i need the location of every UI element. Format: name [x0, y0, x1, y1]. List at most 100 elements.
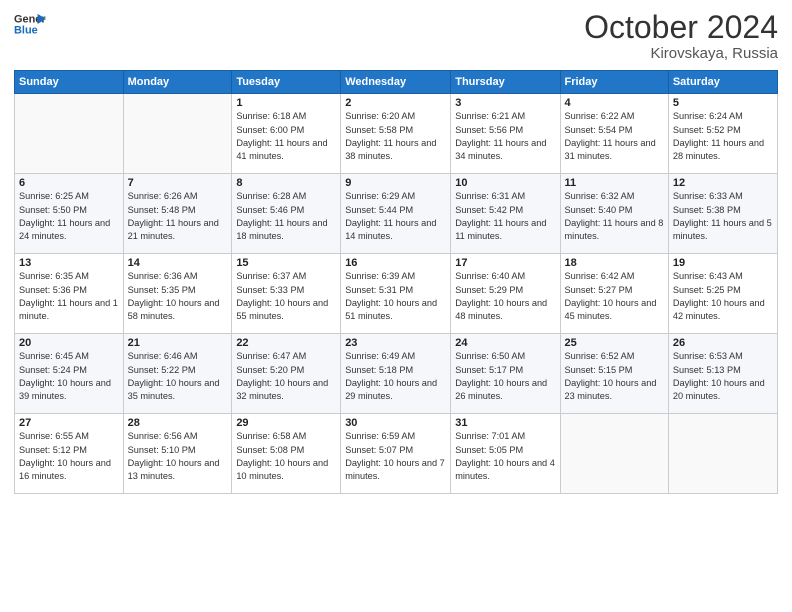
day-number: 25	[565, 337, 664, 349]
calendar-cell: 13Sunrise: 6:35 AM Sunset: 5:36 PM Dayli…	[15, 254, 124, 334]
day-info: Sunrise: 6:18 AM Sunset: 6:00 PM Dayligh…	[236, 110, 336, 163]
calendar-cell: 14Sunrise: 6:36 AM Sunset: 5:35 PM Dayli…	[123, 254, 232, 334]
day-info: Sunrise: 6:20 AM Sunset: 5:58 PM Dayligh…	[345, 110, 446, 163]
day-info: Sunrise: 6:24 AM Sunset: 5:52 PM Dayligh…	[673, 110, 773, 163]
calendar-cell: 7Sunrise: 6:26 AM Sunset: 5:48 PM Daylig…	[123, 174, 232, 254]
calendar-cell: 31Sunrise: 7:01 AM Sunset: 5:05 PM Dayli…	[451, 414, 560, 494]
day-number: 13	[19, 257, 119, 269]
day-info: Sunrise: 6:29 AM Sunset: 5:44 PM Dayligh…	[345, 190, 446, 243]
weekday-header-friday: Friday	[560, 71, 668, 94]
day-number: 28	[128, 417, 228, 429]
day-number: 9	[345, 177, 446, 189]
day-number: 30	[345, 417, 446, 429]
calendar-cell: 26Sunrise: 6:53 AM Sunset: 5:13 PM Dayli…	[668, 334, 777, 414]
calendar-cell: 8Sunrise: 6:28 AM Sunset: 5:46 PM Daylig…	[232, 174, 341, 254]
calendar-cell: 4Sunrise: 6:22 AM Sunset: 5:54 PM Daylig…	[560, 94, 668, 174]
calendar-cell: 29Sunrise: 6:58 AM Sunset: 5:08 PM Dayli…	[232, 414, 341, 494]
day-number: 1	[236, 97, 336, 109]
day-number: 18	[565, 257, 664, 269]
calendar-cell: 5Sunrise: 6:24 AM Sunset: 5:52 PM Daylig…	[668, 94, 777, 174]
calendar-cell: 12Sunrise: 6:33 AM Sunset: 5:38 PM Dayli…	[668, 174, 777, 254]
day-number: 29	[236, 417, 336, 429]
day-info: Sunrise: 6:52 AM Sunset: 5:15 PM Dayligh…	[565, 350, 664, 403]
calendar-cell: 2Sunrise: 6:20 AM Sunset: 5:58 PM Daylig…	[341, 94, 451, 174]
month-title: October 2024	[584, 10, 778, 45]
calendar-cell	[560, 414, 668, 494]
day-number: 15	[236, 257, 336, 269]
day-info: Sunrise: 6:37 AM Sunset: 5:33 PM Dayligh…	[236, 270, 336, 323]
calendar-cell: 22Sunrise: 6:47 AM Sunset: 5:20 PM Dayli…	[232, 334, 341, 414]
day-number: 26	[673, 337, 773, 349]
calendar-cell: 1Sunrise: 6:18 AM Sunset: 6:00 PM Daylig…	[232, 94, 341, 174]
day-number: 11	[565, 177, 664, 189]
day-info: Sunrise: 6:50 AM Sunset: 5:17 PM Dayligh…	[455, 350, 555, 403]
calendar-cell: 6Sunrise: 6:25 AM Sunset: 5:50 PM Daylig…	[15, 174, 124, 254]
day-info: Sunrise: 6:59 AM Sunset: 5:07 PM Dayligh…	[345, 430, 446, 483]
day-info: Sunrise: 6:22 AM Sunset: 5:54 PM Dayligh…	[565, 110, 664, 163]
calendar-cell: 17Sunrise: 6:40 AM Sunset: 5:29 PM Dayli…	[451, 254, 560, 334]
day-info: Sunrise: 6:56 AM Sunset: 5:10 PM Dayligh…	[128, 430, 228, 483]
day-number: 19	[673, 257, 773, 269]
weekday-header-tuesday: Tuesday	[232, 71, 341, 94]
day-info: Sunrise: 6:32 AM Sunset: 5:40 PM Dayligh…	[565, 190, 664, 243]
calendar-cell: 19Sunrise: 6:43 AM Sunset: 5:25 PM Dayli…	[668, 254, 777, 334]
day-info: Sunrise: 6:49 AM Sunset: 5:18 PM Dayligh…	[345, 350, 446, 403]
day-info: Sunrise: 6:33 AM Sunset: 5:38 PM Dayligh…	[673, 190, 773, 243]
day-info: Sunrise: 6:25 AM Sunset: 5:50 PM Dayligh…	[19, 190, 119, 243]
logo: General Blue	[14, 10, 46, 38]
day-number: 5	[673, 97, 773, 109]
header: General Blue October 2024 Kirovskaya, Ru…	[14, 10, 778, 62]
calendar-cell: 3Sunrise: 6:21 AM Sunset: 5:56 PM Daylig…	[451, 94, 560, 174]
weekday-header-thursday: Thursday	[451, 71, 560, 94]
weekday-header-monday: Monday	[123, 71, 232, 94]
day-info: Sunrise: 6:42 AM Sunset: 5:27 PM Dayligh…	[565, 270, 664, 323]
day-number: 31	[455, 417, 555, 429]
calendar-cell	[15, 94, 124, 174]
title-block: October 2024 Kirovskaya, Russia	[584, 10, 778, 62]
day-number: 6	[19, 177, 119, 189]
day-info: Sunrise: 6:31 AM Sunset: 5:42 PM Dayligh…	[455, 190, 555, 243]
day-number: 24	[455, 337, 555, 349]
calendar-cell: 21Sunrise: 6:46 AM Sunset: 5:22 PM Dayli…	[123, 334, 232, 414]
day-number: 12	[673, 177, 773, 189]
day-number: 8	[236, 177, 336, 189]
weekday-header-sunday: Sunday	[15, 71, 124, 94]
day-info: Sunrise: 6:21 AM Sunset: 5:56 PM Dayligh…	[455, 110, 555, 163]
day-info: Sunrise: 6:36 AM Sunset: 5:35 PM Dayligh…	[128, 270, 228, 323]
calendar-cell: 20Sunrise: 6:45 AM Sunset: 5:24 PM Dayli…	[15, 334, 124, 414]
day-info: Sunrise: 6:39 AM Sunset: 5:31 PM Dayligh…	[345, 270, 446, 323]
day-number: 17	[455, 257, 555, 269]
calendar-cell: 10Sunrise: 6:31 AM Sunset: 5:42 PM Dayli…	[451, 174, 560, 254]
calendar-cell: 30Sunrise: 6:59 AM Sunset: 5:07 PM Dayli…	[341, 414, 451, 494]
calendar-cell: 25Sunrise: 6:52 AM Sunset: 5:15 PM Dayli…	[560, 334, 668, 414]
calendar-cell: 15Sunrise: 6:37 AM Sunset: 5:33 PM Dayli…	[232, 254, 341, 334]
day-number: 4	[565, 97, 664, 109]
calendar-cell: 11Sunrise: 6:32 AM Sunset: 5:40 PM Dayli…	[560, 174, 668, 254]
calendar-cell	[668, 414, 777, 494]
day-number: 10	[455, 177, 555, 189]
calendar-cell: 9Sunrise: 6:29 AM Sunset: 5:44 PM Daylig…	[341, 174, 451, 254]
calendar-cell: 24Sunrise: 6:50 AM Sunset: 5:17 PM Dayli…	[451, 334, 560, 414]
day-info: Sunrise: 6:35 AM Sunset: 5:36 PM Dayligh…	[19, 270, 119, 323]
calendar-cell: 28Sunrise: 6:56 AM Sunset: 5:10 PM Dayli…	[123, 414, 232, 494]
calendar-cell: 23Sunrise: 6:49 AM Sunset: 5:18 PM Dayli…	[341, 334, 451, 414]
day-info: Sunrise: 6:55 AM Sunset: 5:12 PM Dayligh…	[19, 430, 119, 483]
calendar-cell: 16Sunrise: 6:39 AM Sunset: 5:31 PM Dayli…	[341, 254, 451, 334]
day-info: Sunrise: 6:40 AM Sunset: 5:29 PM Dayligh…	[455, 270, 555, 323]
calendar-table: SundayMondayTuesdayWednesdayThursdayFrid…	[14, 70, 778, 494]
day-number: 7	[128, 177, 228, 189]
day-info: Sunrise: 6:58 AM Sunset: 5:08 PM Dayligh…	[236, 430, 336, 483]
day-number: 16	[345, 257, 446, 269]
day-info: Sunrise: 6:43 AM Sunset: 5:25 PM Dayligh…	[673, 270, 773, 323]
location-subtitle: Kirovskaya, Russia	[584, 45, 778, 62]
day-number: 2	[345, 97, 446, 109]
day-info: Sunrise: 6:28 AM Sunset: 5:46 PM Dayligh…	[236, 190, 336, 243]
day-info: Sunrise: 6:46 AM Sunset: 5:22 PM Dayligh…	[128, 350, 228, 403]
day-number: 3	[455, 97, 555, 109]
day-info: Sunrise: 6:26 AM Sunset: 5:48 PM Dayligh…	[128, 190, 228, 243]
weekday-header-saturday: Saturday	[668, 71, 777, 94]
calendar-cell: 18Sunrise: 6:42 AM Sunset: 5:27 PM Dayli…	[560, 254, 668, 334]
day-number: 27	[19, 417, 119, 429]
day-info: Sunrise: 7:01 AM Sunset: 5:05 PM Dayligh…	[455, 430, 555, 483]
calendar-cell	[123, 94, 232, 174]
